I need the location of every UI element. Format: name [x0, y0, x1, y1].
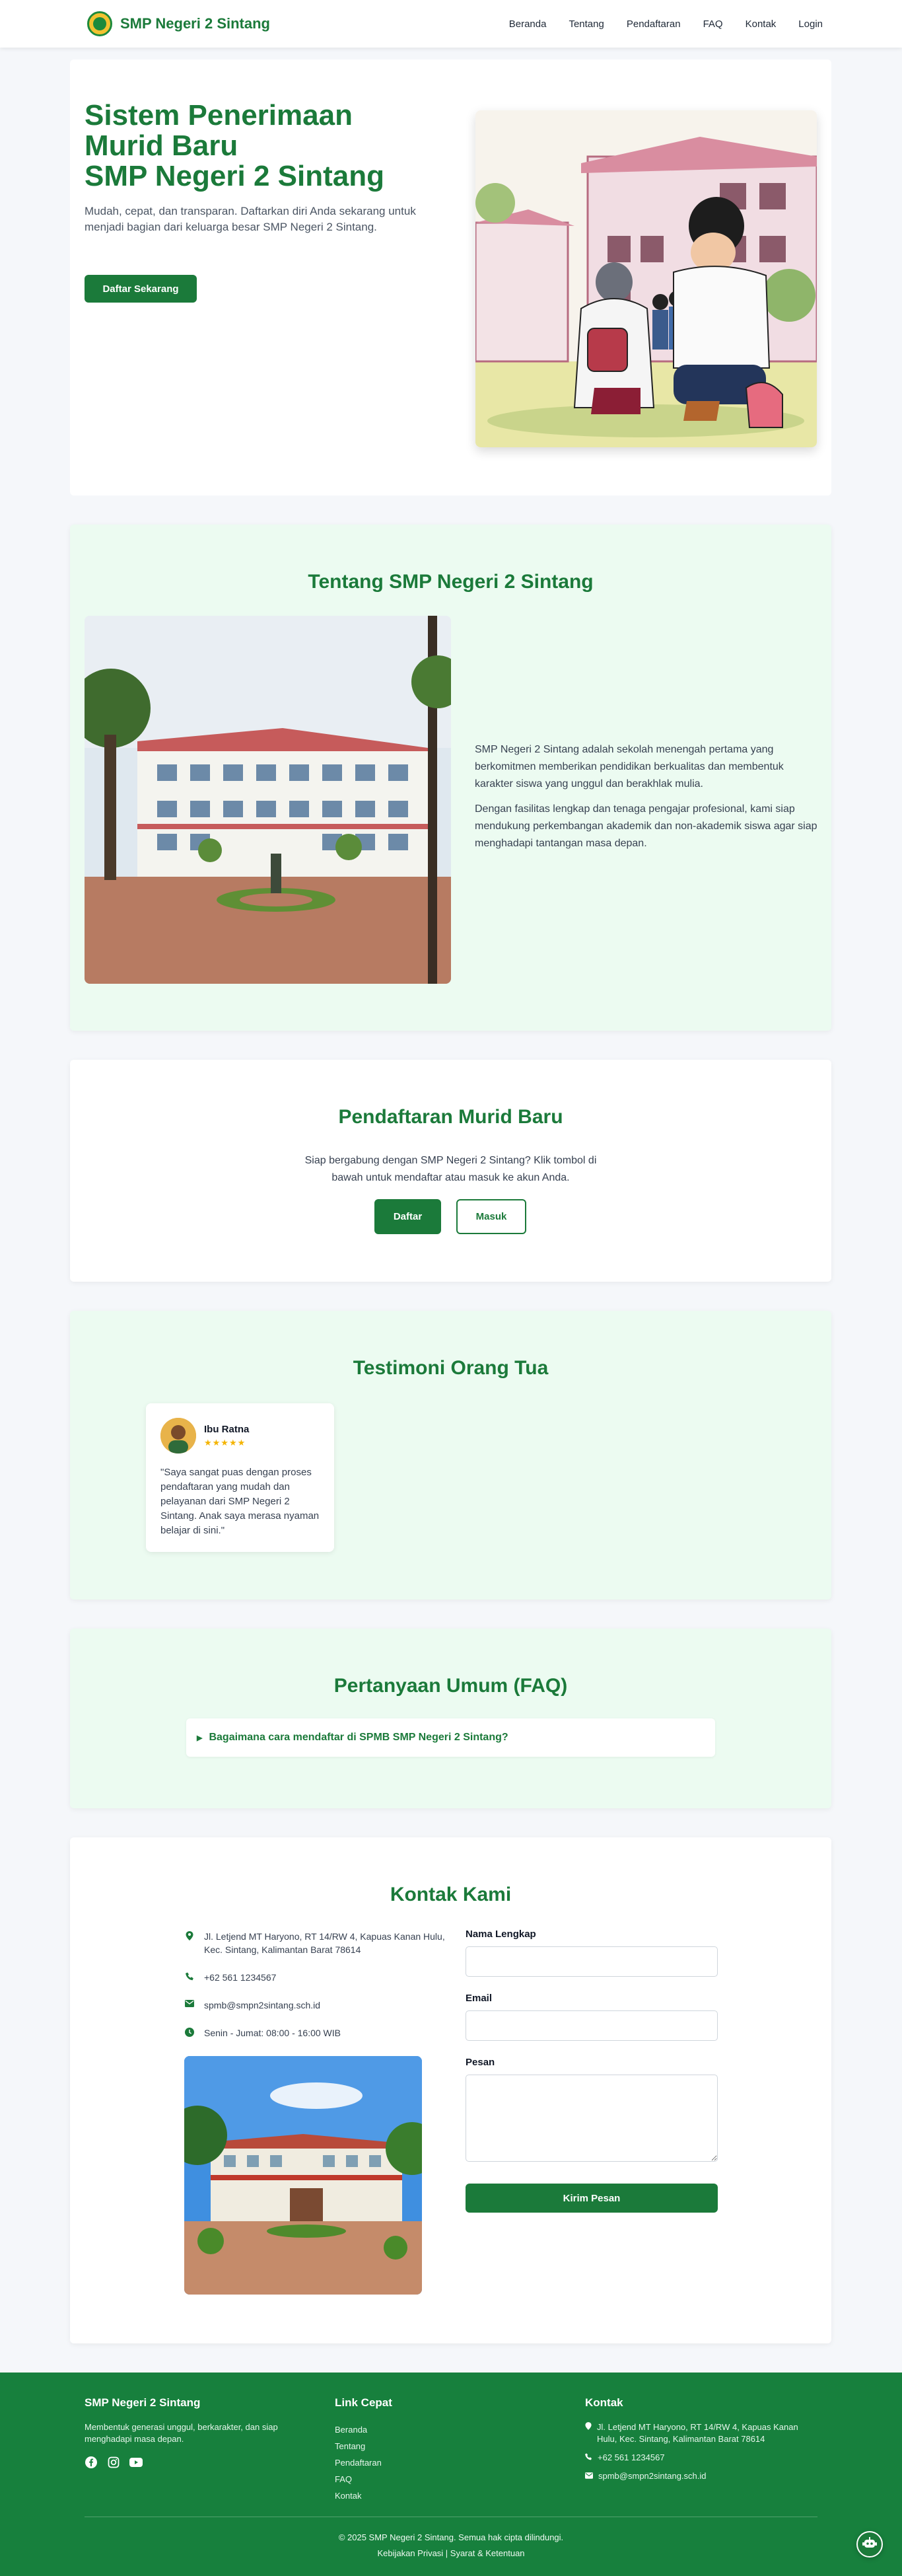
about-paragraph-1: SMP Negeri 2 Sintang adalah sekolah mene… — [475, 744, 784, 790]
contact-title: Kontak Kami — [390, 1884, 512, 1905]
chatbot-icon — [862, 2536, 877, 2552]
envelope-icon — [184, 1999, 195, 2012]
testimonial-card: Ibu Ratna ★★★★★ "Saya sangat puas dengan… — [146, 1403, 334, 1552]
about-section: Tentang SMP Negeri 2 Sintang SMP Negeri … — [70, 525, 831, 1031]
school-campus-photo — [184, 2056, 422, 2295]
about-title: Tentang SMP Negeri 2 Sintang — [308, 571, 594, 593]
contact-form: Nama Lengkap Email Pesan Kirim Pesan — [466, 1929, 718, 2213]
footer-bottom: © 2025 SMP Negeri 2 Sintang. Semua hak c… — [0, 2530, 902, 2561]
footer-links: Link Cepat Beranda Tentang Pendaftaran F… — [335, 2396, 533, 2504]
registration-buttons: Daftar Masuk — [374, 1199, 526, 1234]
name-label: Nama Lengkap — [466, 1929, 536, 1940]
footer-address: Jl. Letjend MT Haryono, RT 14/RW 4, Kapu… — [597, 2422, 798, 2444]
hero-description: Mudah, cepat, dan transparan. Daftarkan … — [85, 205, 416, 233]
send-message-button[interactable]: Kirim Pesan — [466, 2184, 718, 2213]
testimonial-name: Ibu Ratna — [204, 1423, 250, 1435]
registration-section: Pendaftaran Murid Baru Siap bergabung de… — [70, 1060, 831, 1282]
contact-section: Kontak Kami Jl. Letjend MT Haryono, RT 1… — [70, 1837, 831, 2343]
avatar — [160, 1418, 196, 1454]
school-logo-icon — [87, 11, 112, 36]
nav-kontak[interactable]: Kontak — [746, 18, 777, 30]
facebook-icon[interactable] — [85, 2456, 98, 2469]
footer-phone: +62 561 1234567 — [598, 2452, 665, 2462]
contact-list: Jl. Letjend MT Haryono, RT 14/RW 4, Kapu… — [184, 1930, 448, 2054]
school-building-photo — [85, 616, 451, 984]
footer-link-faq[interactable]: FAQ — [335, 2471, 533, 2487]
footer-links-title: Link Cepat — [335, 2396, 392, 2409]
footer-email: spmb@smpn2sintang.sch.id — [598, 2471, 707, 2481]
nav-faq[interactable]: FAQ — [703, 18, 723, 30]
hero-illustration — [475, 110, 817, 447]
name-field[interactable] — [466, 1946, 718, 1977]
footer-link-beranda[interactable]: Beranda — [335, 2421, 533, 2438]
footer-contact-title: Kontak — [585, 2396, 623, 2409]
message-label: Pesan — [466, 2057, 495, 2068]
footer-contact: Kontak Jl. Letjend MT Haryono, RT 14/RW … — [585, 2396, 810, 2489]
hero-section: Sistem Penerimaan Murid Baru SMP Negeri … — [70, 59, 831, 496]
contact-email: spmb@smpn2sintang.sch.id — [204, 2000, 321, 2010]
message-field[interactable] — [466, 2075, 718, 2162]
faq-item[interactable]: ▶ Bagaimana cara mendaftar di SPMB SMP N… — [186, 1718, 715, 1757]
testimonials-title: Testimoni Orang Tua — [353, 1357, 549, 1379]
hero-title: Sistem Penerimaan Murid Baru SMP Negeri … — [85, 100, 395, 192]
footer-about-title: SMP Negeri 2 Sintang — [85, 2396, 201, 2409]
nav-beranda[interactable]: Beranda — [509, 18, 547, 30]
registration-title: Pendaftaran Murid Baru — [338, 1106, 563, 1128]
footer: SMP Negeri 2 Sintang Membentuk generasi … — [0, 2373, 902, 2576]
brand-name: SMP Negeri 2 Sintang — [120, 15, 270, 32]
footer-about-text: Membentuk generasi unggul, berkarakter, … — [85, 2422, 278, 2444]
testimonial-quote: "Saya sangat puas dengan proses pendafta… — [160, 1467, 320, 1536]
phone-icon — [585, 2452, 592, 2464]
youtube-icon[interactable] — [129, 2456, 143, 2469]
email-label: Email — [466, 1993, 493, 2004]
triangle-right-icon: ▶ — [197, 1734, 203, 1742]
faq-title: Pertanyaan Umum (FAQ) — [333, 1675, 568, 1697]
footer-link-kontak[interactable]: Kontak — [335, 2487, 533, 2504]
hero-title-line2: Murid Baru — [85, 129, 238, 162]
main-menu: Beranda Tentang Pendaftaran FAQ Kontak L… — [509, 18, 823, 30]
about-paragraph-2: Dengan fasilitas lengkap dan tenaga peng… — [475, 803, 817, 849]
navbar: SMP Negeri 2 Sintang Beranda Tentang Pen… — [0, 0, 902, 48]
faq-section: Pertanyaan Umum (FAQ) ▶ Bagaimana cara m… — [70, 1629, 831, 1808]
contact-hours: Senin - Jumat: 08:00 - 16:00 WIB — [204, 2028, 341, 2038]
hero-title-line3: SMP Negeri 2 Sintang — [85, 160, 384, 192]
envelope-icon — [585, 2470, 593, 2482]
register-button[interactable]: Daftar — [374, 1199, 441, 1234]
registration-description: Siap bergabung dengan SMP Negeri 2 Sinta… — [304, 1155, 597, 1183]
instagram-icon[interactable] — [107, 2456, 120, 2469]
about-text: SMP Negeri 2 Sintang adalah sekolah mene… — [475, 741, 819, 852]
nav-tentang[interactable]: Tentang — [569, 18, 604, 30]
map-pin-icon — [184, 1930, 195, 1956]
rating-stars: ★★★★★ — [204, 1437, 246, 1448]
contact-phone: +62 561 1234567 — [204, 1972, 277, 1983]
hero-title-line1: Sistem Penerimaan — [85, 99, 353, 131]
nav-pendaftaran[interactable]: Pendaftaran — [627, 18, 681, 30]
footer-link-pendaftaran[interactable]: Pendaftaran — [335, 2454, 533, 2471]
register-now-button[interactable]: Daftar Sekarang — [85, 275, 197, 303]
copyright-text: © 2025 SMP Negeri 2 Sintang. Semua hak c… — [338, 2532, 564, 2542]
email-field[interactable] — [466, 2010, 718, 2041]
social-links — [85, 2456, 296, 2469]
faq-question: Bagaimana cara mendaftar di SPMB SMP Neg… — [209, 1732, 508, 1743]
contact-address: Jl. Letjend MT Haryono, RT 14/RW 4, Kapu… — [204, 1931, 445, 1955]
login-button[interactable]: Masuk — [456, 1199, 526, 1234]
footer-link-tentang[interactable]: Tentang — [335, 2438, 533, 2454]
chatbot-button[interactable] — [856, 2531, 883, 2558]
brand-link[interactable]: SMP Negeri 2 Sintang — [87, 11, 270, 36]
footer-about: SMP Negeri 2 Sintang Membentuk generasi … — [85, 2396, 296, 2469]
nav-login[interactable]: Login — [798, 18, 823, 30]
policy-links[interactable]: Kebijakan Privasi | Syarat & Ketentuan — [377, 2548, 524, 2558]
phone-icon — [184, 1971, 195, 1984]
map-pin-icon — [585, 2421, 592, 2445]
clock-icon — [184, 2026, 195, 2040]
testimonials-section: Testimoni Orang Tua Ibu Ratna ★★★★★ "Say… — [70, 1311, 831, 1600]
